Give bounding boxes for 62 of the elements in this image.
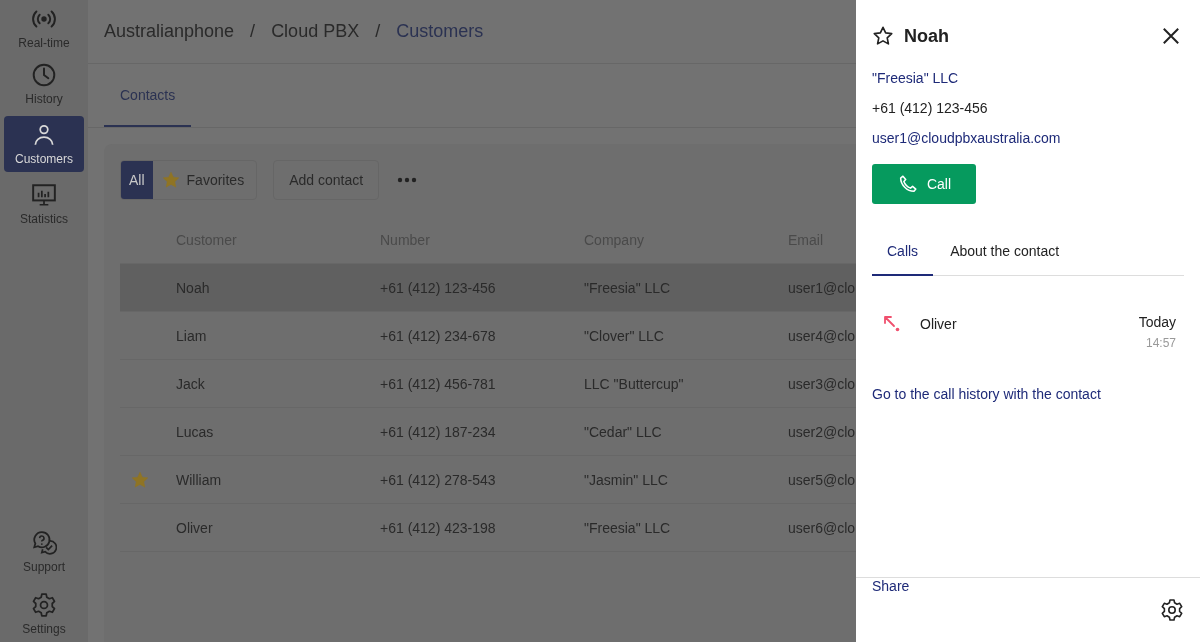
breadcrumb-separator: /	[375, 21, 381, 42]
share-link[interactable]: Share	[872, 578, 910, 594]
all-filter[interactable]: All	[121, 161, 153, 199]
call-button[interactable]: Call	[872, 164, 976, 204]
favorites-filter[interactable]: Favorites	[152, 161, 257, 199]
table-row[interactable]: Lucas +61 (412) 187-234 "Cedar" LLC user2@clo	[120, 408, 856, 456]
table-cell: user4@clo	[788, 327, 856, 344]
table-cell-text: +61 (412) 187-234	[380, 423, 497, 440]
table-row[interactable]: Jack +61 (412) 456-781 LLC "Buttercup" user3@clo	[120, 360, 856, 408]
call-date: Today	[1138, 314, 1176, 330]
table-cell-text: "Clover" LLC	[584, 327, 665, 344]
breadcrumb-separator: /	[250, 21, 256, 42]
call-history-link[interactable]: Go to the call history with the contact	[872, 386, 1101, 402]
star-icon	[160, 170, 181, 190]
contact-name: Noah	[904, 25, 950, 47]
table-cell: user3@clo	[788, 375, 856, 392]
nav-item[interactable]: History	[4, 56, 84, 112]
add-contact-button[interactable]: Add contact	[273, 160, 380, 200]
chat-bubbles-icon	[31, 530, 57, 556]
settings-icon[interactable]	[1160, 598, 1184, 622]
table-cell-text: "Jasmin" LLC	[584, 471, 669, 488]
contacts-tab[interactable]: Contacts	[104, 64, 192, 127]
table-row[interactable]: William +61 (412) 278-543 "Jasmin" LLC user5@clo	[120, 456, 856, 504]
filter-toggle[interactable]: All Favorites	[120, 160, 258, 200]
breadcrumb-link[interactable]: Cloud PBX	[271, 21, 360, 42]
table-cell-text: Oliver	[176, 519, 214, 536]
table-row[interactable]: Liam +61 (412) 234-678 "Clover" LLC user4@clo	[120, 312, 856, 360]
company-link[interactable]: "Freesia" LLC	[872, 70, 959, 86]
nav-item[interactable]: Settings	[4, 586, 84, 642]
table-cell-text: LLC "Buttercup"	[584, 375, 685, 392]
phone-number: +61 (412) 123-456	[872, 100, 989, 116]
table-cell-text: "Freesia" LLC	[584, 519, 672, 536]
table-cell-text: "Cedar" LLC	[584, 423, 663, 440]
settings-icon	[31, 592, 57, 618]
more-icon[interactable]	[397, 177, 418, 183]
table-cell-text: Jack	[176, 375, 206, 392]
panel-tab[interactable]: Calls	[872, 228, 934, 276]
nav-item[interactable]: Real-time	[4, 4, 84, 52]
table-cell: user6@clo	[788, 519, 856, 536]
table-cell-text: +61 (412) 456-781	[380, 375, 497, 392]
call-time: 14:57	[1145, 336, 1176, 350]
table-cell: user5@clo	[788, 471, 856, 488]
table-cell-text: William	[176, 471, 223, 488]
table-cell-text: +61 (412) 234-678	[380, 327, 497, 344]
panel-tab[interactable]: About the contact	[934, 228, 1076, 276]
email-link[interactable]: user1@cloudpbxaustralia.com	[872, 130, 1061, 146]
table-cell-text: Lucas	[176, 423, 215, 440]
table-cell-text: +61 (412) 278-543	[380, 471, 497, 488]
nav-item[interactable]: Support	[4, 524, 84, 580]
star-icon[interactable]	[872, 25, 894, 47]
caller-name: Oliver	[920, 315, 958, 332]
nav-item[interactable]: Customers	[4, 116, 84, 172]
breadcrumb-link[interactable]: Australianphone	[104, 21, 235, 42]
table-cell-text: +61 (412) 423-198	[380, 519, 497, 536]
monitor-chart-icon	[31, 182, 57, 208]
breadcrumb-current: Customers	[396, 21, 484, 42]
table-cell: user2@clo	[788, 423, 856, 440]
close-icon[interactable]	[1162, 27, 1180, 45]
clock-icon	[31, 62, 57, 88]
nav-item[interactable]: Statistics	[4, 176, 84, 232]
table-row[interactable]: Oliver +61 (412) 423-198 "Freesia" LLC user6@clo	[120, 504, 856, 552]
table-cell-text: Liam	[176, 327, 208, 344]
